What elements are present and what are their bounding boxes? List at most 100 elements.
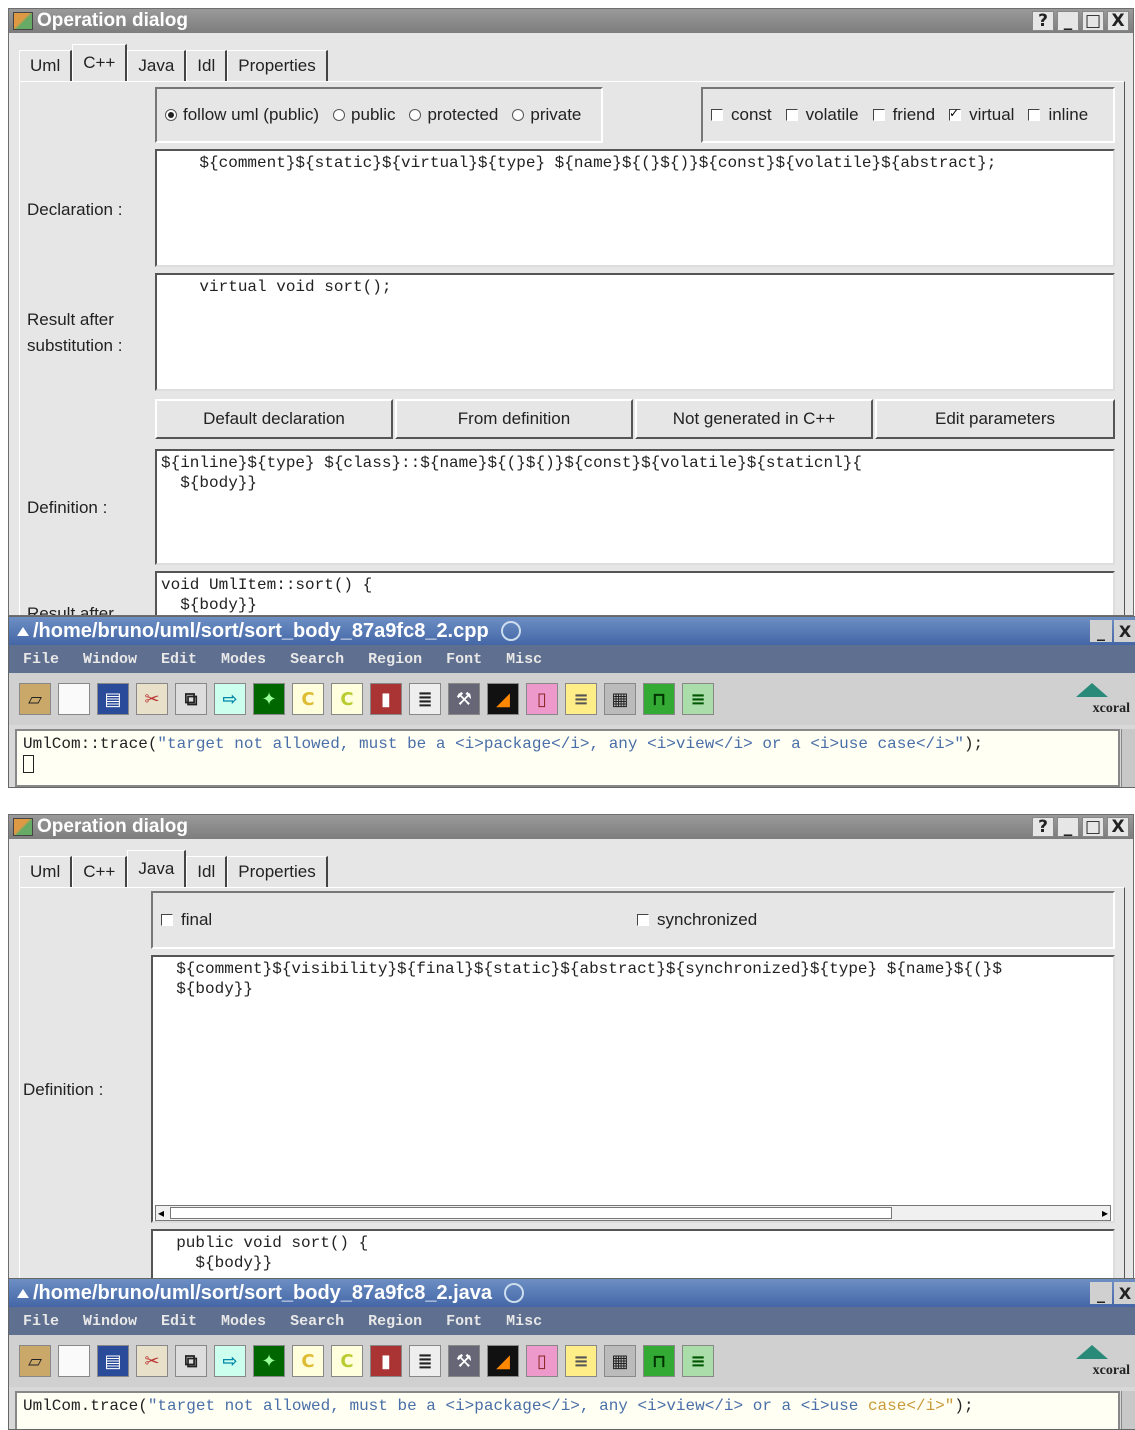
default-declaration-button[interactable]: Default declaration — [155, 399, 393, 439]
tab-uml[interactable]: Uml — [19, 50, 73, 81]
code-area[interactable]: UmlCom::trace("target not allowed, must … — [15, 729, 1120, 787]
stack-icon[interactable]: ▦ — [604, 1345, 636, 1377]
new-file-icon[interactable] — [58, 1345, 90, 1377]
window-menu-icon[interactable] — [17, 1288, 29, 1298]
menu-edit[interactable]: Edit — [161, 651, 197, 668]
cut-icon[interactable]: ✂ — [136, 1345, 168, 1377]
not-generated-button[interactable]: Not generated in C++ — [635, 399, 873, 439]
copy-icon[interactable]: ⧉ — [175, 683, 207, 715]
document-icon[interactable]: ≣ — [409, 683, 441, 715]
definition-field[interactable]: ${inline}${type} ${class}::${name}${(}${… — [155, 449, 1115, 565]
menu-edit[interactable]: Edit — [161, 1313, 197, 1330]
star-icon[interactable]: ✦ — [253, 1345, 285, 1377]
scroll-thumb[interactable] — [170, 1207, 892, 1219]
new-file-icon[interactable] — [58, 683, 90, 715]
bridge-icon[interactable]: ⊓ — [643, 1345, 675, 1377]
cut-icon[interactable]: ✂ — [136, 683, 168, 715]
stack-icon[interactable]: ▦ — [604, 683, 636, 715]
minimize-button[interactable]: _ — [1057, 817, 1079, 837]
radio-private[interactable]: private — [504, 105, 581, 125]
close-button[interactable]: X — [1114, 1282, 1135, 1304]
tools-icon[interactable]: ⚒ — [448, 1345, 480, 1377]
trash-icon[interactable]: ▮ — [370, 1345, 402, 1377]
code-area[interactable]: UmlCom.trace("target not allowed, must b… — [15, 1391, 1120, 1429]
forward-arrow-icon[interactable]: ⇨ — [214, 683, 246, 715]
declaration-field[interactable]: ${comment}${static}${virtual}${type} ${n… — [155, 149, 1115, 267]
tools-icon[interactable]: ⚒ — [448, 683, 480, 715]
minimize-button[interactable]: _ — [1090, 1282, 1112, 1304]
checkbox-volatile[interactable]: volatile — [778, 105, 859, 125]
editor-titlebar[interactable]: /home/bruno/uml/sort/sort_body_87a9fc8_2… — [9, 1279, 1135, 1307]
tab-idl[interactable]: Idl — [186, 50, 228, 81]
book-icon[interactable]: ▯ — [526, 1345, 558, 1377]
close-button[interactable]: X — [1107, 11, 1129, 31]
tab-cpp[interactable]: C++ — [72, 856, 128, 887]
scroll-left-arrow[interactable]: ◂ — [158, 1206, 164, 1220]
tree-icon[interactable]: ≡ — [682, 1345, 714, 1377]
font-icon[interactable]: ≡ — [565, 1345, 597, 1377]
minimize-button[interactable]: _ — [1057, 11, 1079, 31]
font-icon[interactable]: ≡ — [565, 683, 597, 715]
c-mode-icon[interactable]: C — [292, 683, 324, 715]
menu-file[interactable]: File — [23, 651, 59, 668]
tab-cpp[interactable]: C++ — [72, 44, 128, 81]
trash-icon[interactable]: ▮ — [370, 683, 402, 715]
c-mode-icon[interactable]: C — [292, 1345, 324, 1377]
rainbow-icon[interactable]: ◢ — [487, 1345, 519, 1377]
dialog-titlebar[interactable]: Operation dialog ? _ □ X — [9, 9, 1133, 33]
bridge-icon[interactable]: ⊓ — [643, 683, 675, 715]
open-folder-icon[interactable]: ▱ — [19, 1345, 51, 1377]
tab-java[interactable]: Java — [127, 50, 187, 81]
checkbox-synchronized[interactable]: synchronized — [629, 910, 757, 930]
help-button[interactable]: ? — [1032, 11, 1054, 31]
scroll-right-arrow[interactable]: ▸ — [1102, 1206, 1108, 1220]
open-folder-icon[interactable]: ▱ — [19, 683, 51, 715]
save-icon[interactable]: ▤ — [97, 683, 129, 715]
book-icon[interactable]: ▯ — [526, 683, 558, 715]
edit-parameters-button[interactable]: Edit parameters — [875, 399, 1115, 439]
maximize-button[interactable]: □ — [1082, 817, 1104, 837]
vertical-scrollbar[interactable] — [1121, 729, 1135, 787]
window-menu-icon[interactable] — [17, 626, 29, 636]
java-definition-field[interactable]: ${comment}${visibility}${final}${static}… — [151, 955, 1115, 1223]
menu-search[interactable]: Search — [290, 651, 344, 668]
menu-misc[interactable]: Misc — [506, 651, 542, 668]
menu-search[interactable]: Search — [290, 1313, 344, 1330]
rainbow-icon[interactable]: ◢ — [487, 683, 519, 715]
menu-window[interactable]: Window — [83, 651, 137, 668]
save-icon[interactable]: ▤ — [97, 1345, 129, 1377]
close-button[interactable]: X — [1107, 817, 1129, 837]
forward-arrow-icon[interactable]: ⇨ — [214, 1345, 246, 1377]
checkbox-inline[interactable]: inline — [1020, 105, 1088, 125]
copy-icon[interactable]: ⧉ — [175, 1345, 207, 1377]
checkbox-friend[interactable]: friend — [865, 105, 935, 125]
checkbox-virtual[interactable]: virtual — [941, 105, 1014, 125]
tab-properties[interactable]: Properties — [227, 856, 328, 887]
minimize-button[interactable]: _ — [1090, 620, 1112, 642]
close-button[interactable]: X — [1114, 620, 1135, 642]
menu-font[interactable]: Font — [446, 1313, 482, 1330]
menu-region[interactable]: Region — [368, 651, 422, 668]
dialog-titlebar[interactable]: Operation dialog ? _ □ X — [9, 815, 1133, 839]
tab-properties[interactable]: Properties — [227, 50, 328, 81]
from-definition-button[interactable]: From definition — [395, 399, 633, 439]
tab-java[interactable]: Java — [127, 850, 187, 887]
menu-modes[interactable]: Modes — [221, 1313, 266, 1330]
tab-idl[interactable]: Idl — [186, 856, 228, 887]
checkbox-const[interactable]: const — [703, 105, 772, 125]
maximize-button[interactable]: □ — [1082, 11, 1104, 31]
editor-titlebar[interactable]: /home/bruno/uml/sort/sort_body_87a9fc8_2… — [9, 617, 1135, 645]
menu-region[interactable]: Region — [368, 1313, 422, 1330]
help-button[interactable]: ? — [1032, 817, 1054, 837]
menu-font[interactable]: Font — [446, 651, 482, 668]
menu-file[interactable]: File — [23, 1313, 59, 1330]
checkbox-final[interactable]: final — [153, 910, 623, 930]
menu-misc[interactable]: Misc — [506, 1313, 542, 1330]
horizontal-scrollbar[interactable]: ◂ ▸ — [155, 1205, 1111, 1221]
cpp-mode-icon[interactable]: C — [331, 683, 363, 715]
tab-uml[interactable]: Uml — [19, 856, 73, 887]
menu-modes[interactable]: Modes — [221, 651, 266, 668]
radio-public[interactable]: public — [325, 105, 395, 125]
document-icon[interactable]: ≣ — [409, 1345, 441, 1377]
tree-icon[interactable]: ≡ — [682, 683, 714, 715]
